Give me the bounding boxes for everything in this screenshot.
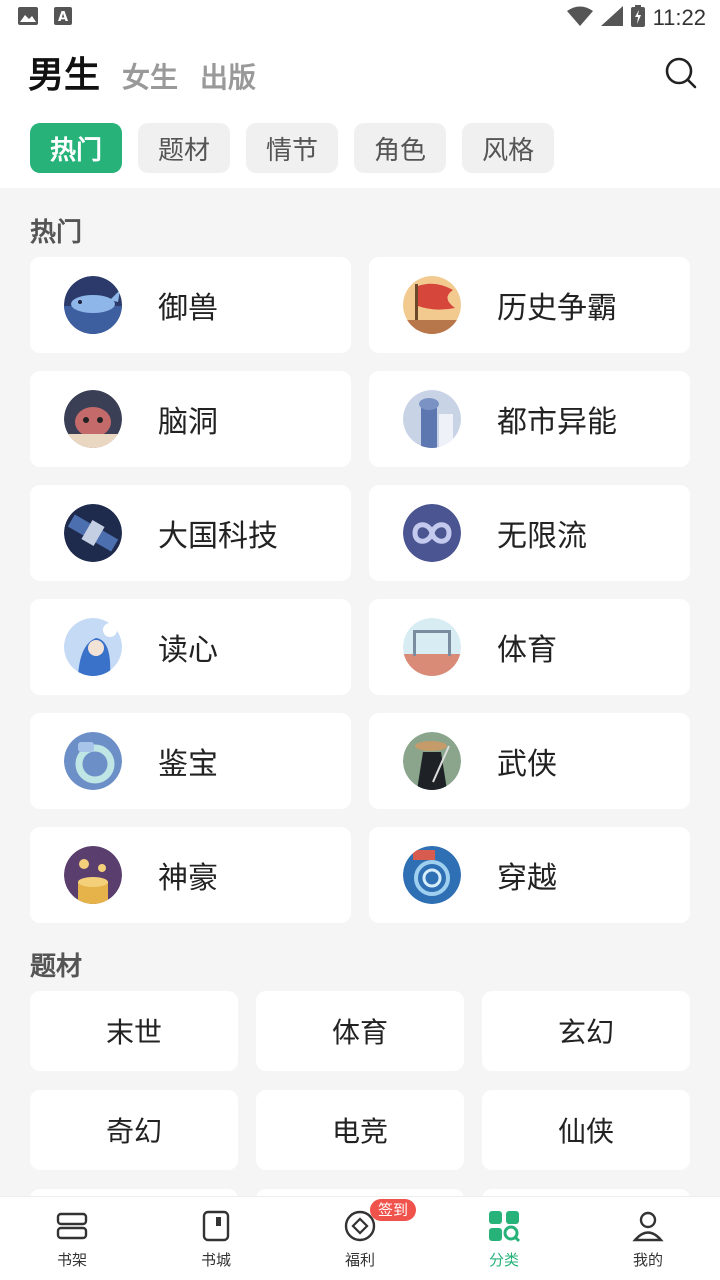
subject-item-partial[interactable] (256, 1189, 464, 1196)
tower-icon (403, 390, 461, 448)
filter-chips: 热门 题材 情节 角色 风格 (30, 123, 555, 173)
nav-label: 福利 (344, 1251, 375, 1269)
tab-publish[interactable]: 出版 (200, 56, 256, 96)
section-title-hot: 热门 (30, 218, 83, 248)
text-notification-icon: A (54, 7, 72, 29)
hot-item-chuanyue[interactable]: 穿越 (369, 827, 690, 923)
mind-reading-girl-icon (64, 618, 122, 676)
whale-icon (64, 276, 122, 334)
hot-item-wuxia[interactable]: 武侠 (369, 713, 690, 809)
gold-coins-icon (64, 846, 122, 904)
bookshelf-icon (56, 1212, 88, 1240)
hot-item-history[interactable]: 历史争霸 (369, 257, 690, 353)
goal-icon (403, 618, 461, 676)
section-title-subject: 题材 (30, 952, 83, 982)
hot-item-label: 都市异能 (497, 405, 617, 440)
hot-item-dushi[interactable]: 都市异能 (369, 371, 690, 467)
hot-item-jianbao[interactable]: 鉴宝 (30, 713, 351, 809)
search-icon (665, 57, 697, 89)
hot-item-label: 无限流 (497, 519, 587, 554)
hot-item-label: 武侠 (497, 747, 557, 782)
hot-item-tech[interactable]: 大国科技 (30, 485, 351, 581)
subject-grid: 末世 体育 玄幻 奇幻 电竞 仙侠 (30, 991, 690, 1196)
nav-bookshelf[interactable]: 书架 (0, 1197, 144, 1280)
jade-ring-icon (64, 732, 122, 790)
profile-icon (632, 1211, 664, 1242)
chip-subject[interactable]: 题材 (138, 123, 231, 173)
hot-item-label: 读心 (158, 633, 218, 668)
hot-item-shenhao[interactable]: 神豪 (30, 827, 351, 923)
subject-item-partial[interactable] (30, 1189, 238, 1196)
satellite-icon (64, 504, 122, 562)
hot-item-naodong[interactable]: 脑洞 (30, 371, 351, 467)
chip-hot[interactable]: 热门 (30, 123, 123, 173)
nav-label: 我的 (632, 1251, 663, 1269)
hot-item-label: 历史争霸 (497, 291, 617, 326)
subject-item-xuanhuan[interactable]: 玄幻 (482, 991, 690, 1071)
nav-welfare[interactable]: 福利 签到 (288, 1197, 432, 1280)
hot-item-label: 神豪 (158, 861, 218, 896)
hot-item-label: 穿越 (497, 861, 557, 896)
hot-item-duxin[interactable]: 读心 (30, 599, 351, 695)
hot-item-label: 体育 (497, 633, 557, 668)
svg-text:A: A (58, 10, 68, 25)
status-time: 11:22 (652, 5, 706, 30)
hot-item-label: 大国科技 (158, 519, 278, 554)
subject-item-dianjing[interactable]: 电竞 (256, 1090, 464, 1170)
hot-item-yushou[interactable]: 御兽 (30, 257, 351, 353)
gallery-notification-icon (18, 7, 38, 29)
wifi-icon (566, 6, 593, 30)
battery-icon (630, 5, 645, 31)
tab-male[interactable]: 男生 (28, 46, 100, 98)
nav-label: 书城 (200, 1251, 231, 1269)
hot-item-infinite[interactable]: 无限流 (369, 485, 690, 581)
subject-item-moshi[interactable]: 末世 (30, 991, 238, 1071)
brain-creature-icon (64, 390, 122, 448)
hot-grid: 御兽 历史争霸 脑洞 都市异能 大国科技 无限流 读心 体育 鉴宝 武侠 神豪 … (30, 257, 690, 923)
flag-icon (403, 276, 461, 334)
hot-item-sports[interactable]: 体育 (369, 599, 690, 695)
nav-label: 书架 (56, 1251, 87, 1269)
status-bar: A 11:22 (0, 0, 720, 36)
gender-tabs: 男生 女生 出版 (28, 46, 256, 98)
hot-item-label: 御兽 (158, 291, 218, 326)
chip-role[interactable]: 角色 (354, 123, 447, 173)
hot-item-label: 鉴宝 (158, 747, 218, 782)
subject-item-partial[interactable] (482, 1189, 690, 1196)
hot-item-label: 脑洞 (158, 405, 218, 440)
subject-item-qihuan[interactable]: 奇幻 (30, 1090, 238, 1170)
chip-plot[interactable]: 情节 (246, 123, 339, 173)
subject-item-tiyu[interactable]: 体育 (256, 991, 464, 1071)
infinity-icon (403, 504, 461, 562)
bottom-nav: 书架 书城 福利 签到 分类 我的 (0, 1196, 720, 1280)
tab-female[interactable]: 女生 (122, 56, 178, 96)
sign-in-badge: 签到 (370, 1199, 417, 1221)
time-portal-icon (403, 846, 461, 904)
search-button[interactable] (664, 56, 698, 90)
nav-label: 分类 (488, 1251, 519, 1269)
chip-style[interactable]: 风格 (462, 123, 555, 173)
swordsman-icon (403, 732, 461, 790)
cell-signal-icon (600, 6, 623, 30)
header: 男生 女生 出版 热门 题材 情节 角色 风格 (0, 36, 720, 188)
bookstore-icon (202, 1210, 230, 1242)
nav-bookstore[interactable]: 书城 (144, 1197, 288, 1280)
subject-item-xianxia[interactable]: 仙侠 (482, 1090, 690, 1170)
nav-profile[interactable]: 我的 (576, 1197, 720, 1280)
nav-category[interactable]: 分类 (432, 1197, 576, 1280)
category-icon (489, 1211, 521, 1243)
category-content[interactable]: 热门 御兽 历史争霸 脑洞 都市异能 大国科技 无限流 读心 体育 鉴宝 武侠 … (0, 188, 720, 1196)
